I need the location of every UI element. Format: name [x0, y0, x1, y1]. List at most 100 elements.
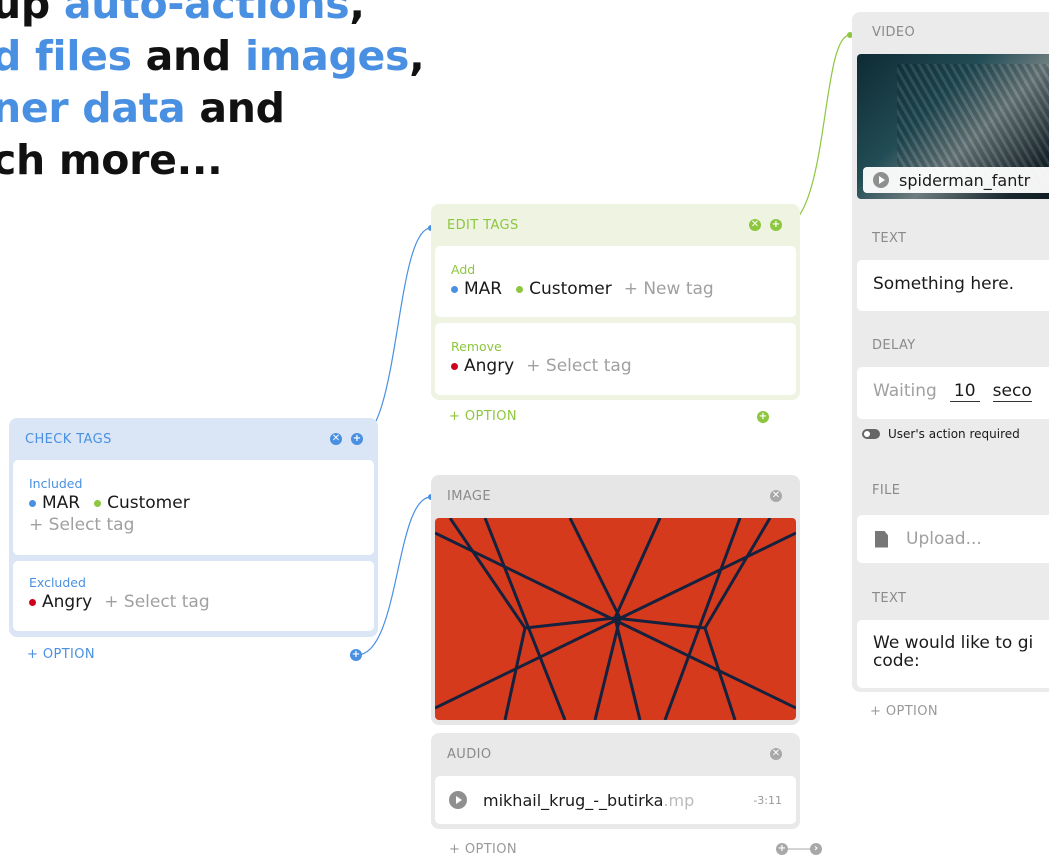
- audio-title: AUDIO: [447, 746, 492, 762]
- toggle-icon[interactable]: [862, 429, 880, 439]
- add-icon[interactable]: +: [776, 843, 788, 855]
- excluded-section: Excluded Angry + Select tag: [13, 561, 374, 631]
- file-upload-placeholder: Upload...: [906, 529, 982, 549]
- text1-body-box[interactable]: Something here.: [857, 260, 1049, 311]
- headline-line-3: ner data and: [0, 82, 424, 134]
- tag-chip[interactable]: Angry: [29, 592, 92, 612]
- image-title: IMAGE: [447, 488, 492, 504]
- add-icon[interactable]: +: [757, 411, 769, 423]
- check-tags-title: CHECK TAGS: [25, 431, 112, 447]
- play-icon[interactable]: [449, 791, 467, 809]
- audio-header: AUDIO: [431, 733, 800, 775]
- video-filename: spiderman_fantr: [899, 170, 1031, 190]
- document-icon: [875, 530, 888, 548]
- video-title: VIDEO: [872, 24, 916, 40]
- file-upload-box[interactable]: Upload...: [857, 515, 1049, 563]
- audio-option[interactable]: + OPTION: [449, 842, 517, 857]
- text1-header: TEXT: [852, 217, 922, 259]
- remove-tags-section: Remove Angry + Select tag: [435, 323, 796, 395]
- tag-chip[interactable]: Customer: [516, 279, 612, 299]
- connector-check-to-edit: [356, 227, 432, 440]
- excluded-tag-list: Angry: [29, 592, 92, 612]
- tag-color-dot: [29, 499, 36, 507]
- delay-box: Waiting 10 seco: [857, 367, 1049, 419]
- add-icon[interactable]: +: [351, 433, 363, 445]
- text2-title: TEXT: [872, 590, 907, 606]
- audio-player[interactable]: mikhail_krug_-_butirka .mp -3:11: [435, 776, 796, 824]
- tag-name: Angry: [42, 592, 93, 612]
- connector-edit-to-video: [779, 34, 851, 229]
- delay-prefix: Waiting: [873, 381, 937, 401]
- excluded-label: Excluded: [29, 575, 86, 590]
- headline-fragment: images: [244, 32, 410, 80]
- check-tags-card: CHECK TAGS ✕ + Included MAR Customer + Se…: [9, 418, 378, 637]
- delay-unit-select[interactable]: seco: [992, 381, 1032, 402]
- headline-line-1: up auto-actions,: [0, 0, 424, 30]
- headline-fragment: ,: [409, 32, 425, 80]
- tag-chip[interactable]: MAR: [29, 493, 80, 513]
- add-icon[interactable]: +: [770, 219, 782, 231]
- delay-header: DELAY: [852, 324, 932, 366]
- close-icon[interactable]: ✕: [330, 433, 342, 445]
- headline-fragment: d files: [0, 32, 132, 80]
- audio-card: AUDIO ✕ mikhail_krug_-_butirka .mp -3:11: [431, 733, 800, 829]
- tag-name: MAR: [42, 493, 81, 513]
- edit-tags-option[interactable]: + OPTION: [449, 409, 517, 424]
- video-player[interactable]: spiderman_fantr: [857, 54, 1049, 199]
- delay-value-input[interactable]: 10: [949, 381, 980, 402]
- image-header: IMAGE: [431, 475, 800, 517]
- add-tags-section: Add MAR Customer + New tag: [435, 246, 796, 317]
- headline-fragment: up: [0, 0, 50, 28]
- text2-body-box[interactable]: We would like to gi code:: [857, 620, 1049, 688]
- tag-chip[interactable]: Customer: [94, 493, 190, 513]
- text2-header: TEXT: [852, 577, 922, 619]
- image-preview[interactable]: [435, 518, 796, 720]
- headline-fragment: and: [131, 32, 245, 80]
- text1-title: TEXT: [872, 230, 907, 246]
- tag-color-dot: [451, 362, 458, 370]
- play-icon[interactable]: [873, 172, 889, 188]
- audio-filename: mikhail_krug_-_butirka: [483, 790, 664, 810]
- audio-extension: .mp: [663, 790, 695, 810]
- check-tags-option[interactable]: + OPTION: [27, 647, 95, 662]
- excluded-select-tag[interactable]: + Select tag: [104, 592, 209, 612]
- headline-fragment: ,: [349, 0, 365, 28]
- included-select-tag[interactable]: + Select tag: [29, 515, 358, 535]
- headline-line-4: ch more...: [0, 134, 424, 186]
- right-column: VIDEO spiderman_fantr TEXT Something her…: [852, 12, 1049, 692]
- arrow-right-icon[interactable]: ›: [810, 843, 822, 855]
- included-tags: MAR Customer: [29, 493, 358, 513]
- headline-fragment: ner data: [0, 84, 186, 132]
- right-column-option[interactable]: + OPTION: [870, 704, 938, 719]
- delay-title: DELAY: [872, 337, 916, 353]
- file-title: FILE: [872, 482, 901, 498]
- excluded-tags: Angry + Select tag: [29, 592, 358, 612]
- edit-tags-header: EDIT TAGS: [431, 204, 800, 246]
- close-icon[interactable]: ✕: [770, 490, 782, 502]
- tag-chip[interactable]: Angry: [451, 356, 514, 376]
- headline-line-2: d files and images,: [0, 30, 425, 82]
- included-label: Included: [29, 476, 83, 491]
- add-tags: MAR Customer + New tag: [451, 279, 780, 299]
- edit-tags-card: EDIT TAGS ✕ + Add MAR Customer + New tag …: [431, 204, 800, 400]
- close-icon[interactable]: ✕: [749, 219, 761, 231]
- text2-line-2: code:: [873, 651, 920, 671]
- new-tag-link[interactable]: + New tag: [624, 279, 714, 299]
- tag-name: Customer: [529, 279, 612, 299]
- delay-toggle-label: User's action required: [888, 427, 1020, 441]
- remove-select-tag[interactable]: + Select tag: [526, 356, 631, 376]
- included-section: Included MAR Customer + Select tag: [13, 460, 374, 555]
- text2-line-1: We would like to gi: [873, 633, 1034, 653]
- edit-tags-title: EDIT TAGS: [447, 217, 519, 233]
- tag-color-dot: [451, 285, 458, 293]
- close-icon[interactable]: ✕: [770, 748, 782, 760]
- tag-name: Angry: [464, 356, 515, 376]
- remove-tag-list: Angry: [451, 356, 514, 376]
- tag-chip[interactable]: MAR: [451, 279, 502, 299]
- delay-toggle-row: User's action required: [862, 427, 1020, 441]
- image-card: IMAGE ✕: [431, 475, 800, 725]
- add-icon[interactable]: +: [350, 649, 362, 661]
- add-tag-list: MAR Customer: [451, 279, 612, 299]
- file-header: FILE: [852, 469, 916, 511]
- video-caption-bar: spiderman_fantr: [863, 167, 1049, 193]
